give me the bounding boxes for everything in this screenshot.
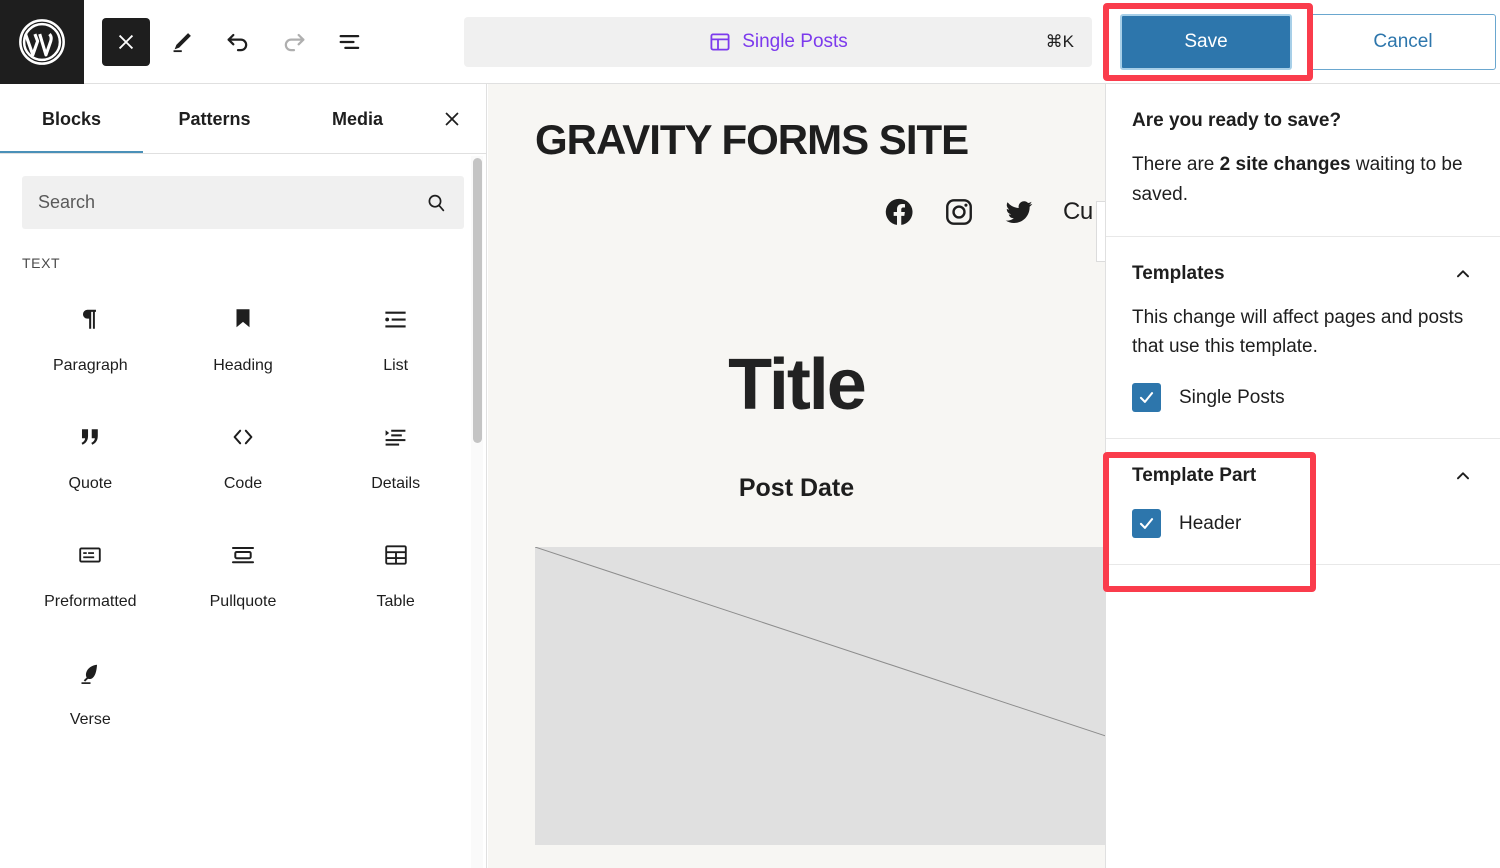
search-input[interactable] — [22, 192, 464, 213]
social-links-block[interactable]: Cu — [883, 196, 1093, 228]
tabs-divider — [0, 153, 487, 154]
block-inserter-panel: Blocks Patterns Media TEXT — [0, 84, 487, 868]
save-review-panel: Are you ready to save? There are 2 site … — [1105, 84, 1500, 868]
templates-checkbox-row[interactable]: Single Posts — [1132, 383, 1474, 412]
nav-more-label[interactable]: Cu — [1063, 198, 1093, 226]
list-view-button[interactable] — [326, 18, 374, 66]
block-label: List — [383, 357, 409, 374]
undo-button[interactable] — [214, 18, 262, 66]
inserter-search-wrap — [0, 154, 486, 229]
template-part-checkbox-row[interactable]: Header — [1132, 509, 1474, 538]
block-label: Paragraph — [52, 357, 128, 374]
block-item-list[interactable]: List — [319, 285, 472, 389]
block-category-label: TEXT — [22, 255, 61, 271]
block-item-paragraph[interactable]: Paragraph — [14, 285, 167, 389]
instagram-icon[interactable] — [943, 196, 975, 228]
checkbox-header[interactable] — [1132, 509, 1161, 538]
block-item-table[interactable]: Table — [319, 521, 472, 625]
code-icon — [229, 417, 257, 457]
templates-section-description: This change will affect pages and posts … — [1132, 307, 1464, 357]
template-part-section: Template Part Header — [1106, 439, 1500, 565]
block-item-verse[interactable]: Verse — [14, 639, 167, 743]
chevron-up-icon[interactable] — [1452, 465, 1474, 487]
block-toolbar: B I — [1096, 201, 1105, 262]
close-icon[interactable] — [430, 97, 474, 141]
tab-blocks[interactable]: Blocks — [0, 84, 143, 154]
twitter-icon[interactable] — [1003, 196, 1035, 228]
top-bar-tools — [84, 17, 374, 66]
featured-image-placeholder[interactable] — [535, 547, 1105, 845]
paragraph-icon — [77, 299, 103, 339]
save-panel-summary: There are 2 site changes waiting to be s… — [1132, 150, 1474, 210]
editor-canvas[interactable]: GRAVITY FORMS SITE Cu Title Post Date — [488, 84, 1105, 868]
editor-top-bar: Single Posts ⌘K Save Cancel — [0, 0, 1500, 84]
inserter-scrollbar-thumb[interactable] — [473, 158, 482, 443]
quote-icon — [77, 417, 103, 457]
save-panel-heading: Are you ready to save? — [1132, 110, 1342, 131]
block-grid: Paragraph Heading List Quote Code Detail… — [0, 281, 486, 743]
command-palette-button[interactable]: Single Posts ⌘K — [464, 17, 1092, 67]
block-label: Pullquote — [209, 593, 277, 610]
templates-section: Templates This change will affect pages … — [1106, 237, 1500, 439]
summary-prefix: There are — [1132, 154, 1220, 175]
template-part-icon[interactable] — [1102, 202, 1105, 261]
save-button[interactable]: Save — [1120, 14, 1292, 70]
search-icon — [424, 191, 448, 215]
preformatted-icon — [76, 535, 104, 575]
block-label: Verse — [69, 711, 111, 728]
table-icon — [382, 535, 410, 575]
tab-patterns[interactable]: Patterns — [143, 84, 286, 154]
wordpress-logo-icon[interactable] — [0, 0, 84, 84]
site-title-block[interactable]: GRAVITY FORMS SITE — [535, 114, 1095, 166]
verse-icon — [77, 653, 104, 693]
pullquote-icon — [229, 535, 257, 575]
summary-count: 2 site changes — [1219, 154, 1351, 175]
block-label: Code — [223, 475, 263, 492]
templates-section-title: Templates — [1132, 263, 1225, 284]
post-date-block[interactable]: Post Date — [488, 474, 1105, 503]
block-item-pullquote[interactable]: Pullquote — [167, 521, 320, 625]
checkbox-single-posts[interactable] — [1132, 383, 1161, 412]
template-part-section-title: Template Part — [1132, 465, 1257, 486]
save-summary-section: Are you ready to save? There are 2 site … — [1106, 84, 1500, 237]
post-title-block[interactable]: Title — [488, 344, 1105, 426]
facebook-icon[interactable] — [883, 196, 915, 228]
save-button-wrap: Save — [1120, 14, 1292, 70]
block-item-preformatted[interactable]: Preformatted — [14, 521, 167, 625]
chevron-up-icon[interactable] — [1452, 263, 1474, 285]
checkbox-label: Single Posts — [1179, 386, 1285, 408]
block-item-details[interactable]: Details — [319, 403, 472, 507]
block-item-heading[interactable]: Heading — [167, 285, 320, 389]
block-label: Heading — [213, 357, 273, 374]
block-item-code[interactable]: Code — [167, 403, 320, 507]
cancel-button[interactable]: Cancel — [1310, 14, 1496, 70]
block-label: Table — [376, 593, 415, 610]
block-label: Quote — [68, 475, 113, 492]
list-icon — [382, 299, 409, 339]
template-icon — [708, 30, 732, 54]
close-editor-button[interactable] — [102, 17, 150, 66]
details-icon — [382, 417, 409, 457]
redo-button[interactable] — [270, 18, 318, 66]
block-label: Preformatted — [44, 593, 137, 610]
wordpress-site-editor: Single Posts ⌘K Save Cancel Blocks Patte… — [0, 0, 1500, 868]
heading-icon — [230, 299, 256, 339]
tab-media[interactable]: Media — [286, 84, 429, 154]
block-type-group — [1096, 201, 1105, 262]
template-part-section-header[interactable]: Template Part — [1132, 465, 1474, 487]
inserter-tabs: Blocks Patterns Media — [0, 84, 487, 154]
block-label: Details — [371, 475, 421, 492]
edit-pencil-icon[interactable] — [158, 18, 206, 66]
checkbox-label: Header — [1179, 512, 1242, 534]
command-palette-shortcut: ⌘K — [1045, 32, 1074, 51]
search-box[interactable] — [22, 176, 464, 229]
command-palette-label: Single Posts — [742, 31, 848, 52]
block-item-quote[interactable]: Quote — [14, 403, 167, 507]
templates-section-header[interactable]: Templates — [1132, 263, 1474, 285]
